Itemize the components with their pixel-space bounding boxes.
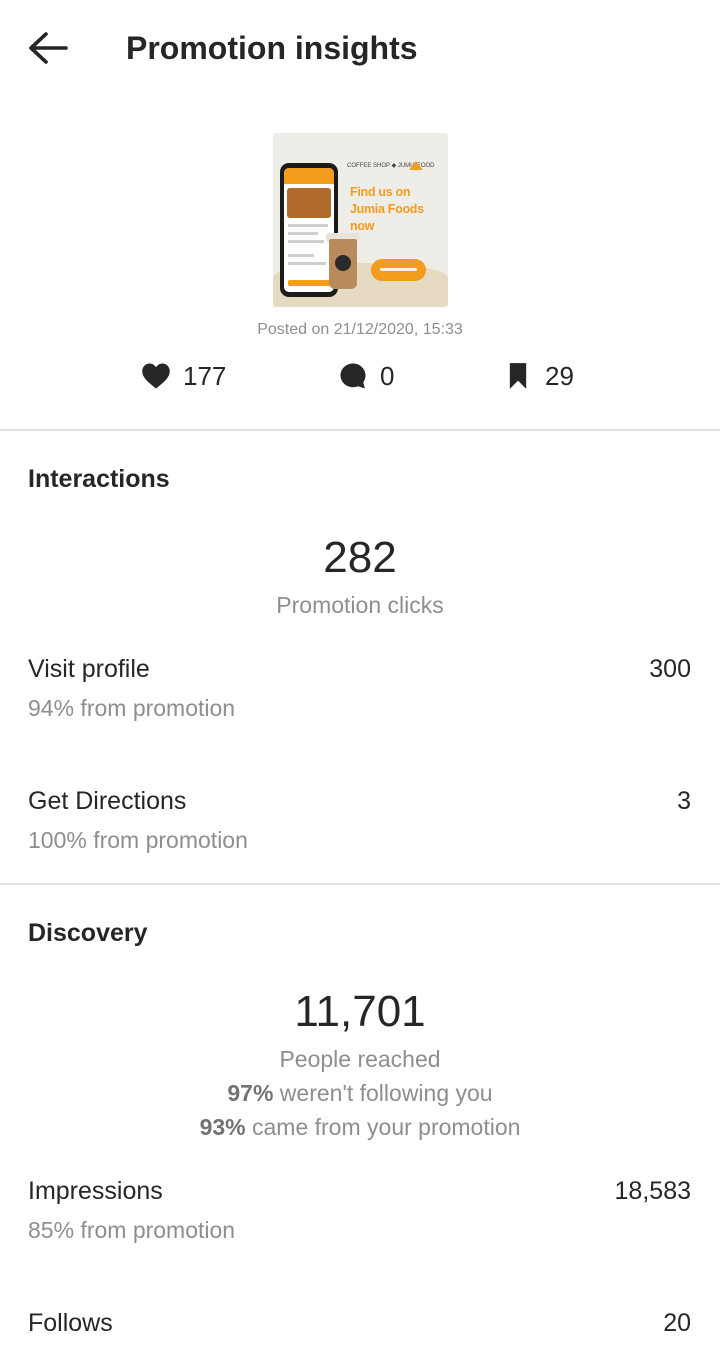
post-thumbnail[interactable]: COFFEE SHOP ◆ JUMIA FOOD Find us on Jumi… — [273, 133, 448, 307]
metric-value: 20 — [663, 1309, 691, 1337]
metric-value: 18,583 — [614, 1177, 691, 1205]
back-button[interactable] — [22, 26, 74, 70]
from-promotion-percent: 93% — [199, 1114, 246, 1140]
metric-value: 3 — [677, 787, 691, 815]
screen-line — [288, 224, 328, 227]
metric-value: 300 — [649, 655, 691, 683]
screen-line — [288, 262, 326, 265]
arrow-left-icon — [29, 32, 68, 64]
comments-count: 0 — [380, 361, 395, 391]
saves-count: 29 — [545, 361, 574, 391]
bookmark-icon — [503, 361, 533, 391]
people-reached-total: 11,701 — [294, 987, 426, 1036]
from-promotion-stat: 93% came from your promotion — [0, 1112, 720, 1142]
metric-label: Visit profile — [28, 655, 150, 683]
metric-subtext: 94% from promotion — [28, 695, 236, 721]
metric-label: Follows — [28, 1309, 113, 1337]
promotion-clicks-caption: Promotion clicks — [276, 592, 444, 618]
cup-logo-icon — [335, 255, 351, 271]
not-following-percent: 97% — [227, 1080, 274, 1106]
page-title: Promotion insights — [126, 30, 418, 66]
metric-label: Impressions — [28, 1177, 163, 1205]
follows-row[interactable]: Follows 20 — [0, 1307, 720, 1356]
screen-line — [288, 254, 314, 257]
screen-header — [284, 168, 334, 184]
metric-subtext: 85% from promotion — [28, 1217, 236, 1243]
thumbnail-badge — [371, 259, 426, 281]
not-following-text: weren't following you — [273, 1080, 493, 1106]
thumbnail-headline: Find us on Jumia Foods now — [350, 185, 424, 233]
posted-date: Posted on 21/12/2020, 15:33 — [257, 321, 463, 338]
likes-stat: 177 — [141, 358, 226, 394]
promotion-clicks-total: 282 — [323, 533, 397, 582]
impressions-row[interactable]: Impressions 85% from promotion 18,583 — [0, 1175, 720, 1265]
heart-icon — [141, 361, 171, 391]
divider — [0, 883, 720, 885]
phone-screen — [284, 168, 334, 292]
get-directions-row[interactable]: Get Directions 100% from promotion 3 — [0, 785, 720, 875]
screen-line — [288, 232, 318, 235]
comments-stat: 0 — [338, 358, 394, 394]
people-reached-caption: People reached — [279, 1046, 441, 1072]
saves-stat: 29 — [503, 358, 574, 394]
metric-subtext: 100% from promotion — [28, 827, 248, 853]
not-following-stat: 97% weren't following you — [0, 1078, 720, 1108]
discovery-title: Discovery — [28, 919, 148, 947]
metric-label: Get Directions — [28, 787, 187, 815]
screen-button — [288, 280, 330, 286]
from-promotion-text: came from your promotion — [245, 1114, 521, 1140]
likes-count: 177 — [183, 361, 227, 391]
header-bar: Promotion insights — [0, 0, 720, 96]
screen-line — [288, 240, 324, 243]
visit-profile-row[interactable]: Visit profile 94% from promotion 300 — [0, 653, 720, 743]
interactions-title: Interactions — [28, 465, 170, 493]
jumia-logo-icon — [409, 161, 423, 170]
comment-icon — [338, 361, 368, 391]
food-image — [287, 188, 331, 218]
divider — [0, 429, 720, 431]
